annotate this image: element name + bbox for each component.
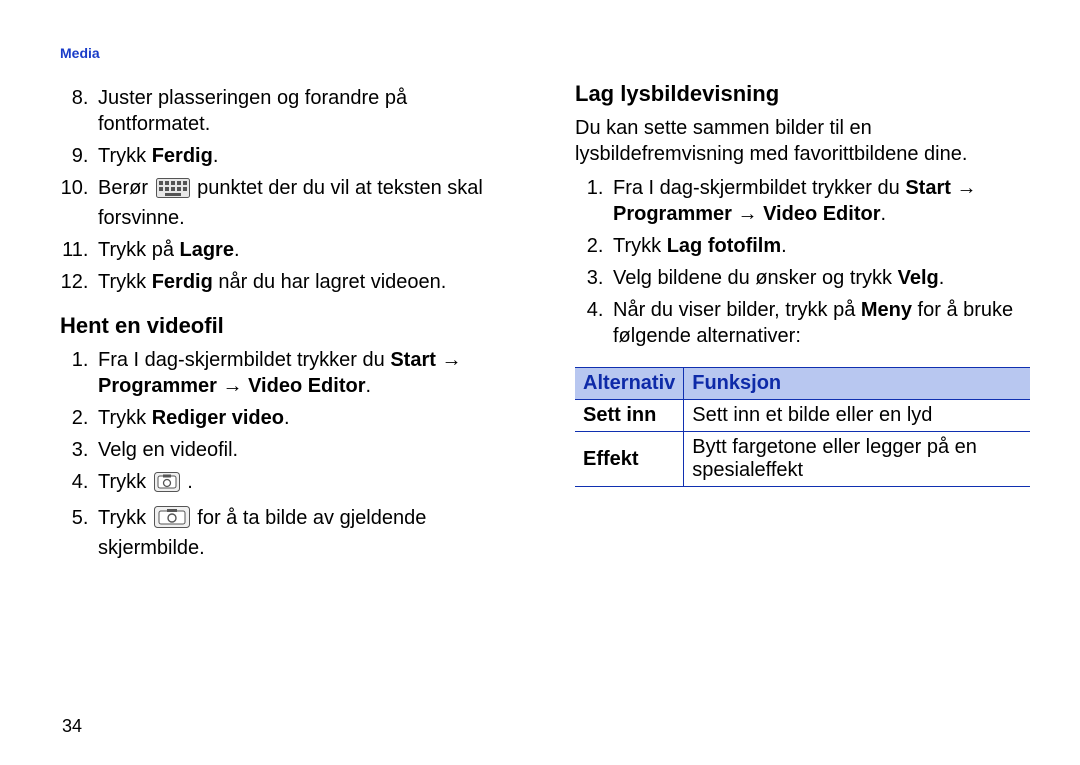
table-head-funksjon: Funksjon [684,368,1030,400]
heading-hent-en-videofil: Hent en videofil [60,313,515,339]
arrow-icon: → [738,203,758,225]
keyboard-icon [156,178,190,205]
columns: Juster plasseringen og forandre på fontf… [60,81,1030,579]
table-row: EffektBytt fargetone eller legger på en … [575,432,1030,487]
table-cell-value: Sett inn et bilde eller en lyd [684,400,1030,432]
right-list: Fra I dag-skjermbildet trykker du Start … [575,175,1030,349]
running-head: Media [60,45,1030,61]
list-item: Juster plasseringen og forandre på fontf… [94,85,515,137]
bold-text: Velg [898,267,939,289]
bold-text: Meny [861,299,912,321]
list-item: Velg bildene du ønsker og trykk Velg. [609,265,1030,291]
bold-text: Lagre [180,239,234,261]
options-table: Alternativ Funksjon Sett innSett inn et … [575,367,1030,487]
list-item: Berør punktet der du vil at teksten skal… [94,175,515,231]
left-top-list: Juster plasseringen og forandre på fontf… [60,85,515,295]
table-cell-label: Sett inn [575,400,684,432]
left-column: Juster plasseringen og forandre på fontf… [60,81,515,579]
list-item: Trykk på Lagre. [94,237,515,263]
table-cell-value: Bytt fargetone eller legger på en spesia… [684,432,1030,487]
list-item: Velg en videofil. [94,437,515,463]
bold-text: Video Editor [763,203,880,225]
bold-text: Ferdig [152,145,213,167]
list-item: Fra I dag-skjermbildet trykker du Start … [94,347,515,399]
left-bottom-list: Fra I dag-skjermbildet trykker du Start … [60,347,515,561]
page: Media Juster plasseringen og forandre på… [0,0,1080,765]
list-item: Trykk Rediger video. [94,405,515,431]
camera-icon [154,472,180,499]
bold-text: Ferdig [152,271,213,293]
heading-lag-lysbildevisning: Lag lysbildevisning [575,81,1030,107]
list-item: Når du viser bilder, trykk på Meny for å… [609,297,1030,349]
list-item: Trykk Ferdig. [94,143,515,169]
bold-text: Start [390,349,436,371]
arrow-icon: → [441,349,461,371]
list-item: Trykk for å ta bilde av gjeldende skjerm… [94,505,515,561]
bold-text: Lag fotofilm [667,235,781,257]
table-cell-label: Effekt [575,432,684,487]
bold-text: Video Editor [248,375,365,397]
right-column: Lag lysbildevisning Du kan sette sammen … [575,81,1030,579]
bold-text: Rediger video [152,407,284,429]
page-number: 34 [62,716,82,737]
list-item: Fra I dag-skjermbildet trykker du Start … [609,175,1030,227]
bold-text: Programmer [613,203,732,225]
list-item: Trykk Lag fotofilm. [609,233,1030,259]
table-row: Sett innSett inn et bilde eller en lyd [575,400,1030,432]
intro-text: Du kan sette sammen bilder til en lysbil… [575,115,1030,167]
arrow-icon: → [956,177,976,199]
bold-text: Programmer [98,375,217,397]
list-item: Trykk . [94,469,515,499]
table-head-alternativ: Alternativ [575,368,684,400]
arrow-icon: → [223,375,243,397]
camera-wide-icon [154,506,190,535]
list-item: Trykk Ferdig når du har lagret videoen. [94,269,515,295]
bold-text: Start [905,177,951,199]
